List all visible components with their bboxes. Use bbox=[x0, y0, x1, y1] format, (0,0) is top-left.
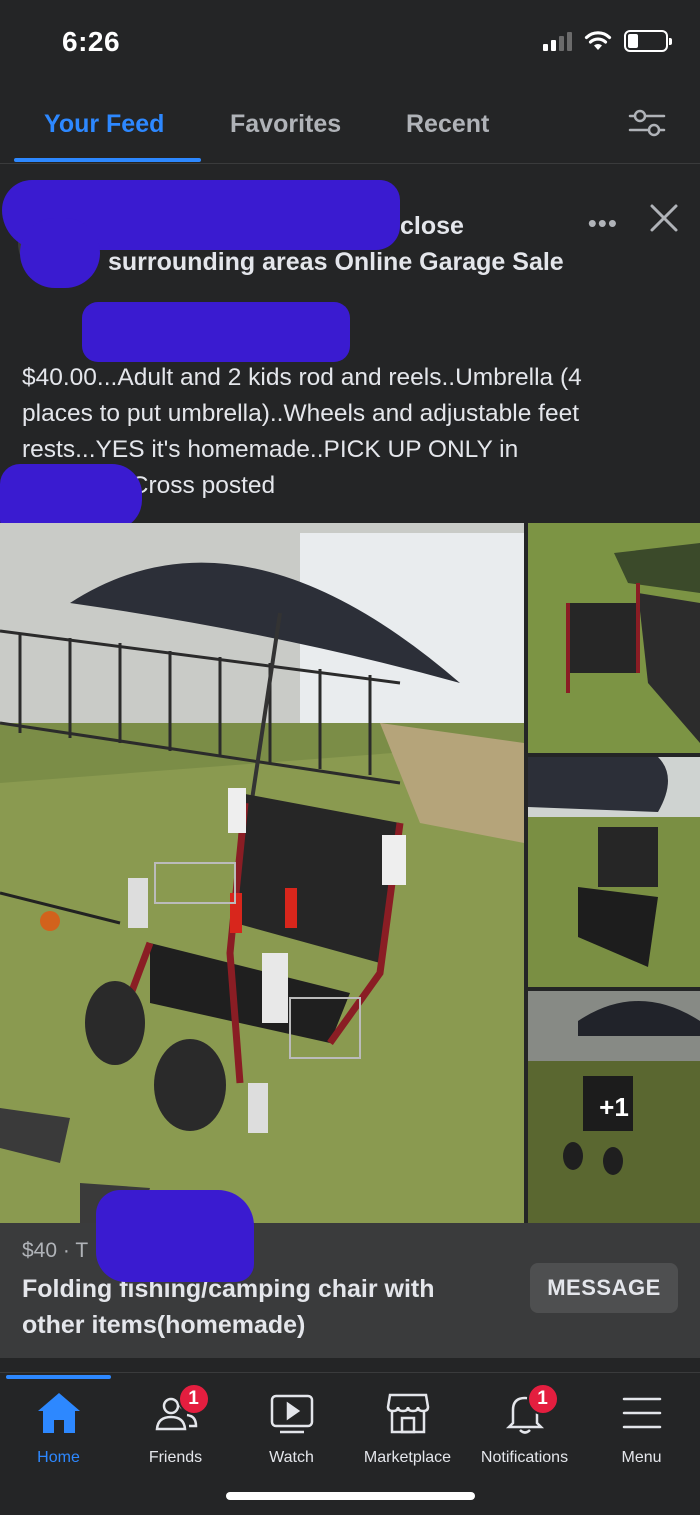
friends-badge: 1 bbox=[177, 1383, 210, 1415]
redaction-mark bbox=[96, 1190, 254, 1282]
marketplace-icon bbox=[384, 1389, 432, 1437]
message-button[interactable]: MESSAGE bbox=[530, 1263, 678, 1313]
post-text-line: places to put umbrella)..Wheels and adju… bbox=[22, 400, 580, 427]
nav-label: Menu bbox=[621, 1449, 662, 1466]
tab-your-feed[interactable]: Your Feed bbox=[44, 110, 164, 139]
thumbnail-photo-2[interactable] bbox=[528, 757, 700, 987]
redaction-mark bbox=[20, 218, 100, 288]
watch-icon bbox=[268, 1389, 316, 1437]
wifi-icon bbox=[584, 31, 612, 50]
nav-watch[interactable]: Watch bbox=[233, 1389, 350, 1467]
nav-menu[interactable]: Menu bbox=[583, 1389, 700, 1467]
menu-icon bbox=[618, 1389, 666, 1437]
chair-photo-image bbox=[0, 523, 524, 1223]
active-nav-indicator bbox=[6, 1375, 111, 1379]
tab-favorites[interactable]: Favorites bbox=[230, 110, 341, 139]
nav-label: Home bbox=[37, 1449, 80, 1466]
group-name-line2: surrounding areas Online Garage Sale bbox=[108, 248, 564, 276]
nav-friends[interactable]: 1 Friends bbox=[117, 1383, 234, 1467]
home-icon bbox=[35, 1389, 83, 1437]
nav-label: Watch bbox=[269, 1449, 314, 1466]
close-icon[interactable] bbox=[648, 202, 680, 234]
nav-notifications[interactable]: 1 Notifications bbox=[466, 1383, 583, 1467]
marketplace-post: close surrounding areas Online Garage Sa… bbox=[0, 178, 700, 1358]
thumbnail-image bbox=[528, 523, 700, 753]
status-icons bbox=[543, 30, 672, 52]
notifications-badge: 1 bbox=[526, 1383, 559, 1415]
main-photo[interactable] bbox=[0, 523, 524, 1223]
post-text-line: $40.00...Adult and 2 kids rod and reels.… bbox=[22, 364, 582, 391]
redaction-mark bbox=[0, 464, 142, 530]
status-time: 6:26 bbox=[62, 26, 121, 57]
nav-label: Marketplace bbox=[363, 1449, 452, 1466]
thumbnail-photo-3[interactable]: +1 bbox=[528, 991, 700, 1223]
status-bar: 6:26 bbox=[0, 0, 700, 90]
nav-home[interactable]: Home bbox=[0, 1389, 117, 1467]
battery-icon bbox=[624, 30, 672, 52]
photo-grid: +1 bbox=[0, 523, 700, 1223]
thumbnail-image bbox=[528, 757, 700, 987]
more-options-icon[interactable]: ••• bbox=[588, 208, 618, 239]
post-text-line: rests...YES it's homemade..PICK UP ONLY … bbox=[22, 436, 519, 463]
feed-tabs: Your Feed Favorites Recent bbox=[0, 90, 700, 164]
thumbnail-photo-1[interactable] bbox=[528, 523, 700, 753]
more-photos-count: +1 bbox=[599, 1091, 629, 1122]
filter-settings-icon[interactable] bbox=[628, 108, 666, 138]
tab-recent[interactable]: Recent bbox=[406, 110, 489, 139]
nav-label: Friends bbox=[148, 1449, 203, 1466]
home-indicator[interactable] bbox=[226, 1492, 475, 1500]
bell-icon: 1 bbox=[501, 1383, 559, 1437]
active-tab-indicator bbox=[14, 158, 201, 162]
listing-title: Folding fishing/camping chair with other… bbox=[22, 1275, 435, 1339]
cellular-signal-icon bbox=[543, 31, 572, 51]
nav-marketplace[interactable]: Marketplace bbox=[349, 1389, 466, 1467]
friends-icon: 1 bbox=[152, 1383, 210, 1437]
nav-label: Notifications bbox=[480, 1449, 569, 1466]
redaction-mark bbox=[82, 302, 350, 362]
listing-price: $40 · T bbox=[22, 1239, 89, 1262]
